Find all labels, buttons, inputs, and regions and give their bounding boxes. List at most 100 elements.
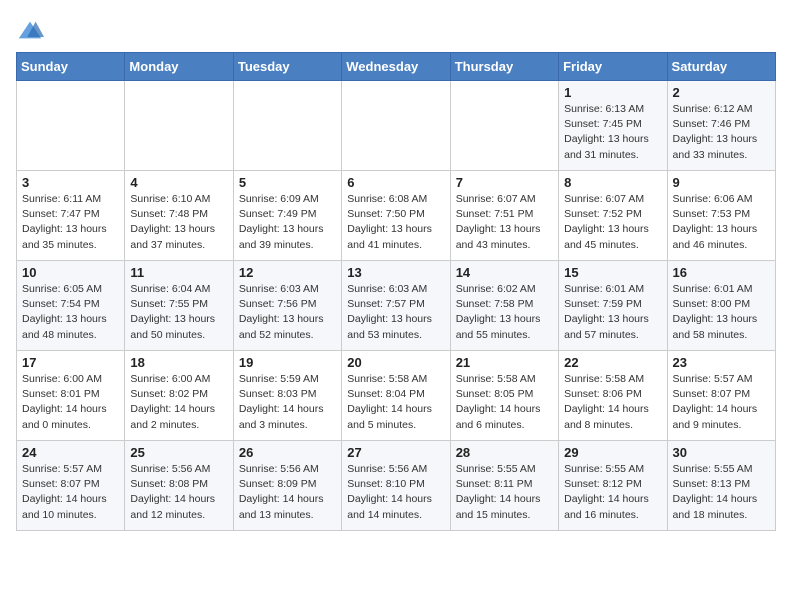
day-cell: 15 Sunrise: 6:01 AMSunset: 7:59 PMDayligh…	[559, 261, 667, 351]
day-info: Sunrise: 5:58 AMSunset: 8:04 PMDaylight:…	[347, 372, 444, 433]
day-cell: 29 Sunrise: 5:55 AMSunset: 8:12 PMDayligh…	[559, 441, 667, 531]
day-info: Sunrise: 5:55 AMSunset: 8:12 PMDaylight:…	[564, 462, 661, 523]
day-number: 19	[239, 355, 336, 370]
header-row: SundayMondayTuesdayWednesdayThursdayFrid…	[17, 53, 776, 81]
day-number: 29	[564, 445, 661, 460]
day-cell: 4 Sunrise: 6:10 AMSunset: 7:48 PMDaylight…	[125, 171, 233, 261]
week-row-3: 10Sunrise: 6:05 AMSunset: 7:54 PMDayligh…	[17, 261, 776, 351]
calendar-table: SundayMondayTuesdayWednesdayThursdayFrid…	[16, 52, 776, 531]
day-info: Sunrise: 6:00 AMSunset: 8:02 PMDaylight:…	[130, 372, 227, 433]
logo-icon	[16, 16, 44, 44]
day-cell: 20 Sunrise: 5:58 AMSunset: 8:04 PMDayligh…	[342, 351, 450, 441]
day-info: Sunrise: 6:02 AMSunset: 7:58 PMDaylight:…	[456, 282, 553, 343]
day-cell: 27 Sunrise: 5:56 AMSunset: 8:10 PMDayligh…	[342, 441, 450, 531]
week-row-5: 24 Sunrise: 5:57 AMSunset: 8:07 PMDayligh…	[17, 441, 776, 531]
day-cell: 9Sunrise: 6:06 AMSunset: 7:53 PMDaylight…	[667, 171, 775, 261]
day-cell: 10Sunrise: 6:05 AMSunset: 7:54 PMDayligh…	[17, 261, 125, 351]
day-cell: 21 Sunrise: 5:58 AMSunset: 8:05 PMDayligh…	[450, 351, 558, 441]
day-cell: 18 Sunrise: 6:00 AMSunset: 8:02 PMDayligh…	[125, 351, 233, 441]
day-cell: 14 Sunrise: 6:02 AMSunset: 7:58 PMDayligh…	[450, 261, 558, 351]
day-number: 25	[130, 445, 227, 460]
day-info: Sunrise: 6:04 AMSunset: 7:55 PMDaylight:…	[130, 282, 227, 343]
day-info: Sunrise: 6:00 AMSunset: 8:01 PMDaylight:…	[22, 372, 119, 433]
day-info: Sunrise: 5:58 AMSunset: 8:06 PMDaylight:…	[564, 372, 661, 433]
day-info: Sunrise: 5:56 AMSunset: 8:08 PMDaylight:…	[130, 462, 227, 523]
header-cell-wednesday: Wednesday	[342, 53, 450, 81]
day-cell	[450, 81, 558, 171]
day-number: 23	[673, 355, 770, 370]
day-cell: 16 Sunrise: 6:01 AMSunset: 8:00 PMDayligh…	[667, 261, 775, 351]
day-number: 14	[456, 265, 553, 280]
day-cell: 3Sunrise: 6:11 AMSunset: 7:47 PMDaylight…	[17, 171, 125, 261]
day-cell: 7 Sunrise: 6:07 AMSunset: 7:51 PMDaylight…	[450, 171, 558, 261]
day-number: 13	[347, 265, 444, 280]
day-cell: 6 Sunrise: 6:08 AMSunset: 7:50 PMDaylight…	[342, 171, 450, 261]
day-info: Sunrise: 6:09 AMSunset: 7:49 PMDaylight:…	[239, 192, 336, 253]
day-number: 6	[347, 175, 444, 190]
day-cell: 2 Sunrise: 6:12 AMSunset: 7:46 PMDaylight…	[667, 81, 775, 171]
day-number: 22	[564, 355, 661, 370]
day-info: Sunrise: 6:08 AMSunset: 7:50 PMDaylight:…	[347, 192, 444, 253]
day-info: Sunrise: 5:55 AMSunset: 8:11 PMDaylight:…	[456, 462, 553, 523]
day-info: Sunrise: 6:12 AMSunset: 7:46 PMDaylight:…	[673, 102, 770, 163]
day-number: 26	[239, 445, 336, 460]
week-row-4: 17Sunrise: 6:00 AMSunset: 8:01 PMDayligh…	[17, 351, 776, 441]
day-cell	[125, 81, 233, 171]
day-info: Sunrise: 5:56 AMSunset: 8:09 PMDaylight:…	[239, 462, 336, 523]
day-number: 7	[456, 175, 553, 190]
day-number: 8	[564, 175, 661, 190]
header-cell-sunday: Sunday	[17, 53, 125, 81]
day-number: 18	[130, 355, 227, 370]
day-number: 20	[347, 355, 444, 370]
day-info: Sunrise: 6:03 AMSunset: 7:57 PMDaylight:…	[347, 282, 444, 343]
day-info: Sunrise: 6:01 AMSunset: 8:00 PMDaylight:…	[673, 282, 770, 343]
day-info: Sunrise: 5:57 AMSunset: 8:07 PMDaylight:…	[22, 462, 119, 523]
day-cell: 28Sunrise: 5:55 AMSunset: 8:11 PMDayligh…	[450, 441, 558, 531]
day-info: Sunrise: 5:57 AMSunset: 8:07 PMDaylight:…	[673, 372, 770, 433]
day-info: Sunrise: 6:05 AMSunset: 7:54 PMDaylight:…	[22, 282, 119, 343]
day-cell: 11 Sunrise: 6:04 AMSunset: 7:55 PMDayligh…	[125, 261, 233, 351]
day-cell: 17Sunrise: 6:00 AMSunset: 8:01 PMDayligh…	[17, 351, 125, 441]
day-number: 15	[564, 265, 661, 280]
day-number: 12	[239, 265, 336, 280]
day-cell: 24 Sunrise: 5:57 AMSunset: 8:07 PMDayligh…	[17, 441, 125, 531]
header-cell-thursday: Thursday	[450, 53, 558, 81]
week-row-1: 1 Sunrise: 6:13 AMSunset: 7:45 PMDaylight…	[17, 81, 776, 171]
day-cell: 1 Sunrise: 6:13 AMSunset: 7:45 PMDaylight…	[559, 81, 667, 171]
day-cell: 13 Sunrise: 6:03 AMSunset: 7:57 PMDayligh…	[342, 261, 450, 351]
logo	[16, 16, 48, 44]
week-row-2: 3Sunrise: 6:11 AMSunset: 7:47 PMDaylight…	[17, 171, 776, 261]
header-cell-friday: Friday	[559, 53, 667, 81]
day-number: 4	[130, 175, 227, 190]
day-info: Sunrise: 6:07 AMSunset: 7:51 PMDaylight:…	[456, 192, 553, 253]
header-cell-saturday: Saturday	[667, 53, 775, 81]
day-cell: 25 Sunrise: 5:56 AMSunset: 8:08 PMDayligh…	[125, 441, 233, 531]
day-number: 11	[130, 265, 227, 280]
day-cell	[17, 81, 125, 171]
day-info: Sunrise: 6:13 AMSunset: 7:45 PMDaylight:…	[564, 102, 661, 163]
day-cell: 30 Sunrise: 5:55 AMSunset: 8:13 PMDayligh…	[667, 441, 775, 531]
day-info: Sunrise: 5:55 AMSunset: 8:13 PMDaylight:…	[673, 462, 770, 523]
day-number: 27	[347, 445, 444, 460]
day-number: 16	[673, 265, 770, 280]
page-header	[16, 16, 776, 44]
day-info: Sunrise: 6:11 AMSunset: 7:47 PMDaylight:…	[22, 192, 119, 253]
day-cell	[233, 81, 341, 171]
day-number: 21	[456, 355, 553, 370]
day-cell: 8Sunrise: 6:07 AMSunset: 7:52 PMDaylight…	[559, 171, 667, 261]
day-cell	[342, 81, 450, 171]
day-cell: 26 Sunrise: 5:56 AMSunset: 8:09 PMDayligh…	[233, 441, 341, 531]
day-info: Sunrise: 5:56 AMSunset: 8:10 PMDaylight:…	[347, 462, 444, 523]
day-info: Sunrise: 6:03 AMSunset: 7:56 PMDaylight:…	[239, 282, 336, 343]
day-number: 1	[564, 85, 661, 100]
day-cell: 22 Sunrise: 5:58 AMSunset: 8:06 PMDayligh…	[559, 351, 667, 441]
day-number: 30	[673, 445, 770, 460]
day-cell: 12 Sunrise: 6:03 AMSunset: 7:56 PMDayligh…	[233, 261, 341, 351]
day-info: Sunrise: 6:10 AMSunset: 7:48 PMDaylight:…	[130, 192, 227, 253]
day-cell: 5Sunrise: 6:09 AMSunset: 7:49 PMDaylight…	[233, 171, 341, 261]
day-number: 2	[673, 85, 770, 100]
day-number: 9	[673, 175, 770, 190]
day-info: Sunrise: 6:01 AMSunset: 7:59 PMDaylight:…	[564, 282, 661, 343]
day-number: 24	[22, 445, 119, 460]
day-info: Sunrise: 5:58 AMSunset: 8:05 PMDaylight:…	[456, 372, 553, 433]
